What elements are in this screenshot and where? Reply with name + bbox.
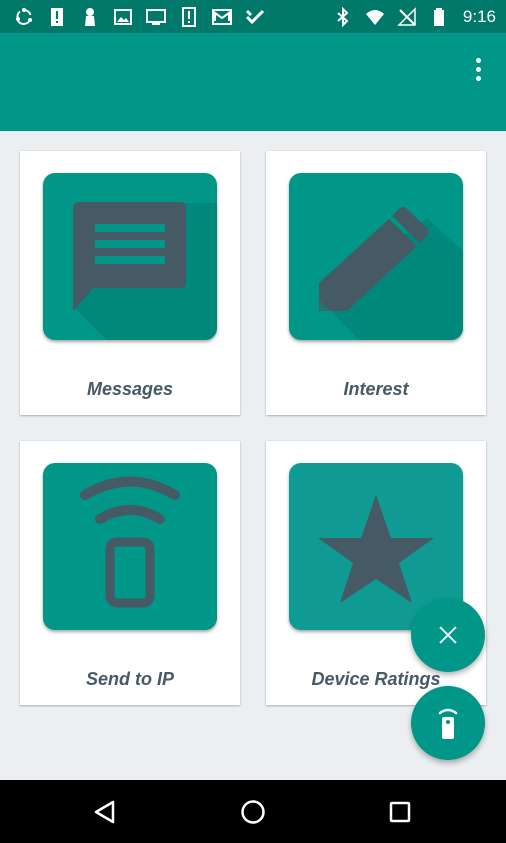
interest-label: Interest bbox=[343, 379, 409, 399]
cast-icon bbox=[146, 8, 166, 25]
status-bar: 9:16 bbox=[0, 0, 506, 33]
pencil-icon bbox=[319, 207, 463, 340]
interest-card[interactable]: Interest bbox=[266, 151, 486, 415]
messages-label: Messages bbox=[86, 379, 174, 399]
remote-fab[interactable] bbox=[411, 686, 485, 760]
recents-icon bbox=[389, 801, 411, 823]
alert-icon bbox=[51, 7, 63, 26]
close-fab[interactable] bbox=[411, 598, 485, 672]
message-icon bbox=[73, 202, 217, 340]
no-signal-icon bbox=[397, 6, 416, 26]
clock: 9:16 bbox=[462, 6, 496, 26]
home-button[interactable] bbox=[235, 794, 271, 830]
navigation-bar bbox=[0, 780, 506, 843]
close-icon bbox=[439, 626, 457, 644]
send-to-ip-card[interactable]: Send to IP bbox=[20, 441, 240, 705]
remote-icon bbox=[438, 708, 458, 739]
check-icon bbox=[245, 9, 265, 24]
home-icon bbox=[241, 800, 265, 824]
send-to-ip-tile bbox=[43, 463, 217, 630]
system-status-icons: 9:16 bbox=[333, 6, 496, 27]
wifi-icon bbox=[365, 9, 384, 25]
notification-icons bbox=[14, 6, 265, 27]
more-vert-icon[interactable] bbox=[466, 55, 490, 83]
messages-card[interactable]: Messages bbox=[20, 151, 240, 415]
bluetooth-icon bbox=[337, 6, 349, 27]
recents-button[interactable] bbox=[382, 794, 418, 830]
sync-icon bbox=[16, 7, 32, 25]
messages-tile bbox=[43, 173, 217, 340]
back-icon bbox=[94, 800, 115, 824]
interest-tile bbox=[289, 173, 463, 340]
mail-icon bbox=[212, 8, 232, 25]
app-bar bbox=[0, 33, 506, 131]
image-icon bbox=[114, 8, 132, 25]
send-to-ip-label: Send to IP bbox=[85, 669, 174, 689]
alert-icon bbox=[182, 6, 196, 27]
person-icon bbox=[85, 7, 95, 26]
phone-signal-icon bbox=[80, 476, 180, 608]
battery-icon bbox=[433, 7, 444, 26]
back-button[interactable] bbox=[87, 794, 123, 830]
